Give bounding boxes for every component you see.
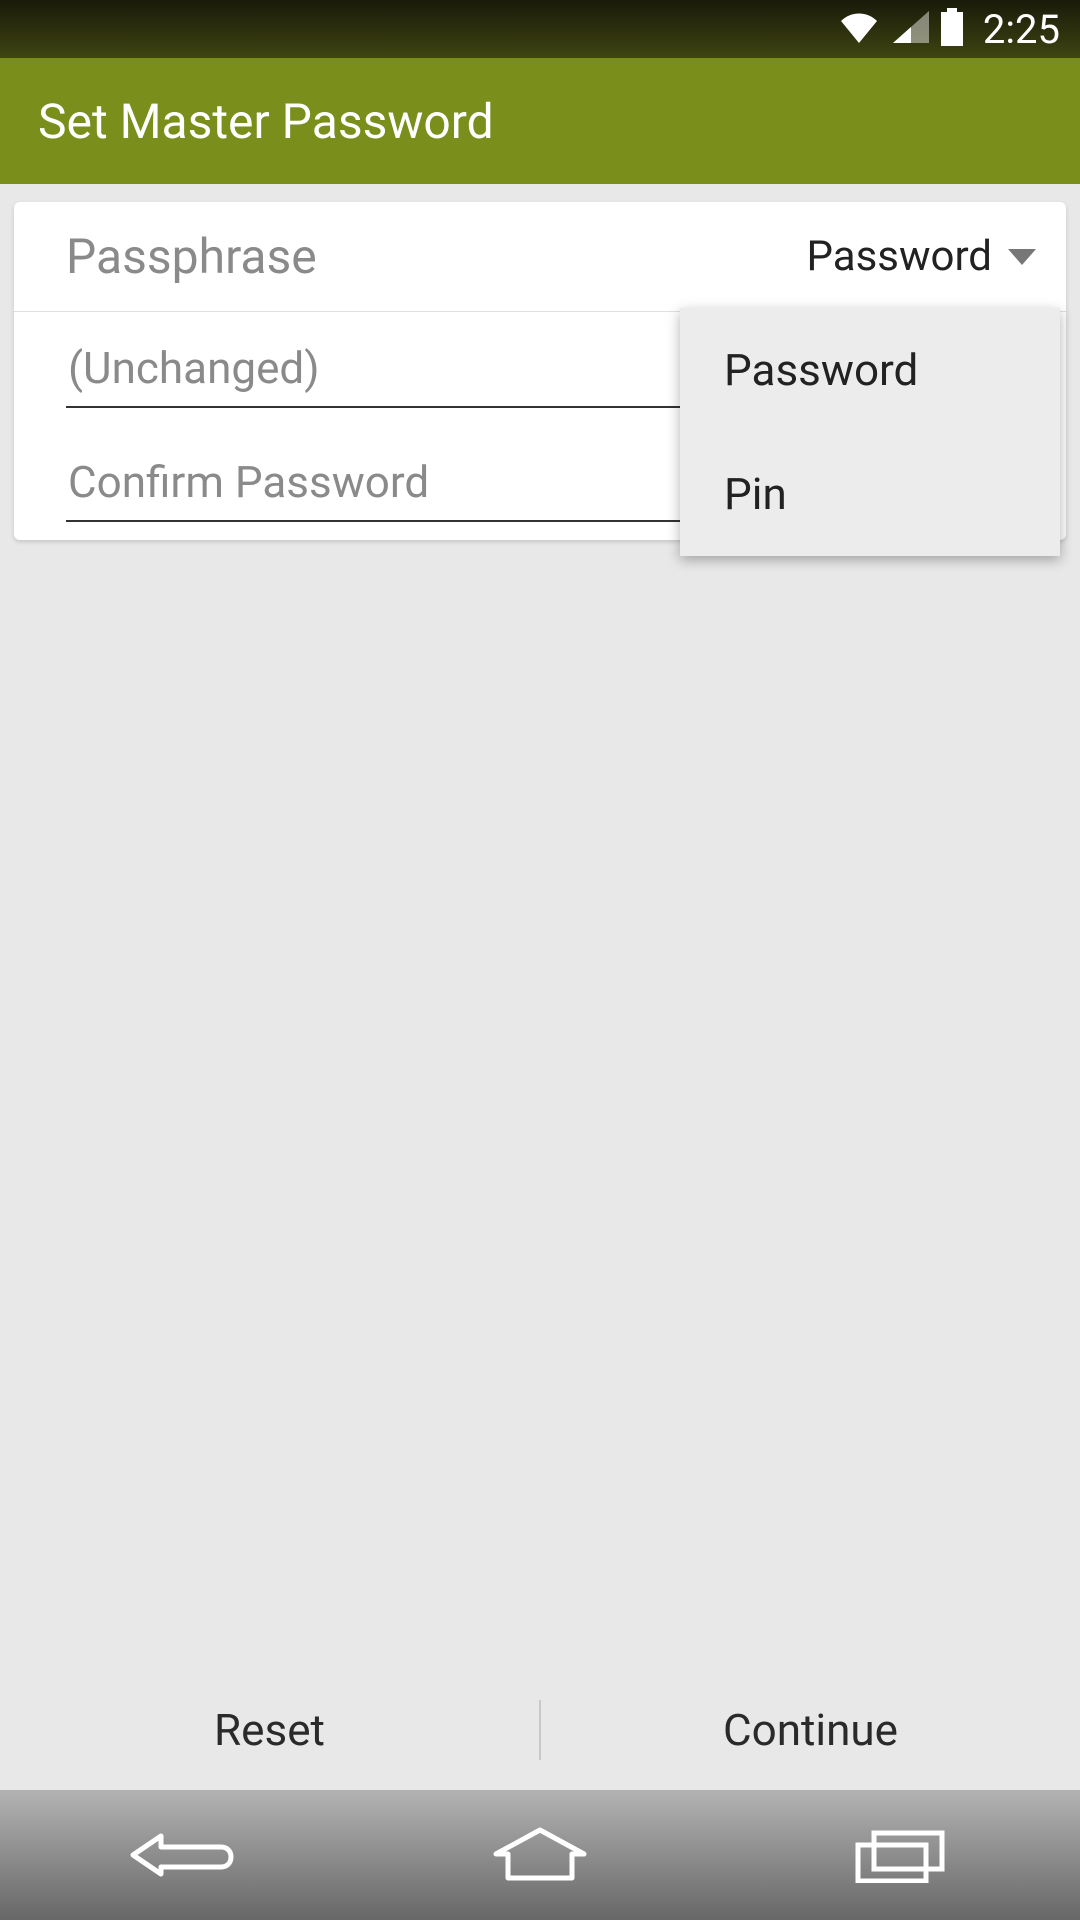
dropdown-option-pin[interactable]: Pin bbox=[680, 432, 1060, 556]
signal-icon bbox=[891, 9, 929, 49]
reset-button[interactable]: Reset bbox=[0, 1670, 539, 1790]
footer-buttons: Reset Continue bbox=[0, 1670, 1080, 1790]
dropdown-option-password[interactable]: Password bbox=[680, 308, 1060, 432]
password-type-dropdown: Password Pin bbox=[680, 308, 1060, 556]
chevron-down-icon bbox=[1008, 249, 1036, 265]
passphrase-row: Passphrase Password bbox=[14, 202, 1066, 312]
back-button[interactable] bbox=[120, 1820, 240, 1890]
passphrase-label: Passphrase bbox=[66, 228, 317, 285]
battery-icon bbox=[939, 8, 965, 50]
navigation-bar bbox=[0, 1790, 1080, 1920]
status-bar: 2:25 bbox=[0, 0, 1080, 58]
continue-button[interactable]: Continue bbox=[541, 1670, 1080, 1790]
recent-apps-button[interactable] bbox=[840, 1820, 960, 1890]
content-area: Passphrase Password Password Pin bbox=[0, 184, 1080, 558]
page-title: Set Master Password bbox=[38, 93, 494, 150]
app-bar: Set Master Password bbox=[0, 58, 1080, 184]
wifi-icon bbox=[837, 9, 881, 49]
spinner-selected-text: Password bbox=[806, 232, 992, 281]
home-button[interactable] bbox=[480, 1820, 600, 1890]
status-clock: 2:25 bbox=[983, 6, 1060, 53]
password-card: Passphrase Password Password Pin bbox=[14, 202, 1066, 540]
password-type-spinner[interactable]: Password bbox=[806, 232, 1048, 281]
